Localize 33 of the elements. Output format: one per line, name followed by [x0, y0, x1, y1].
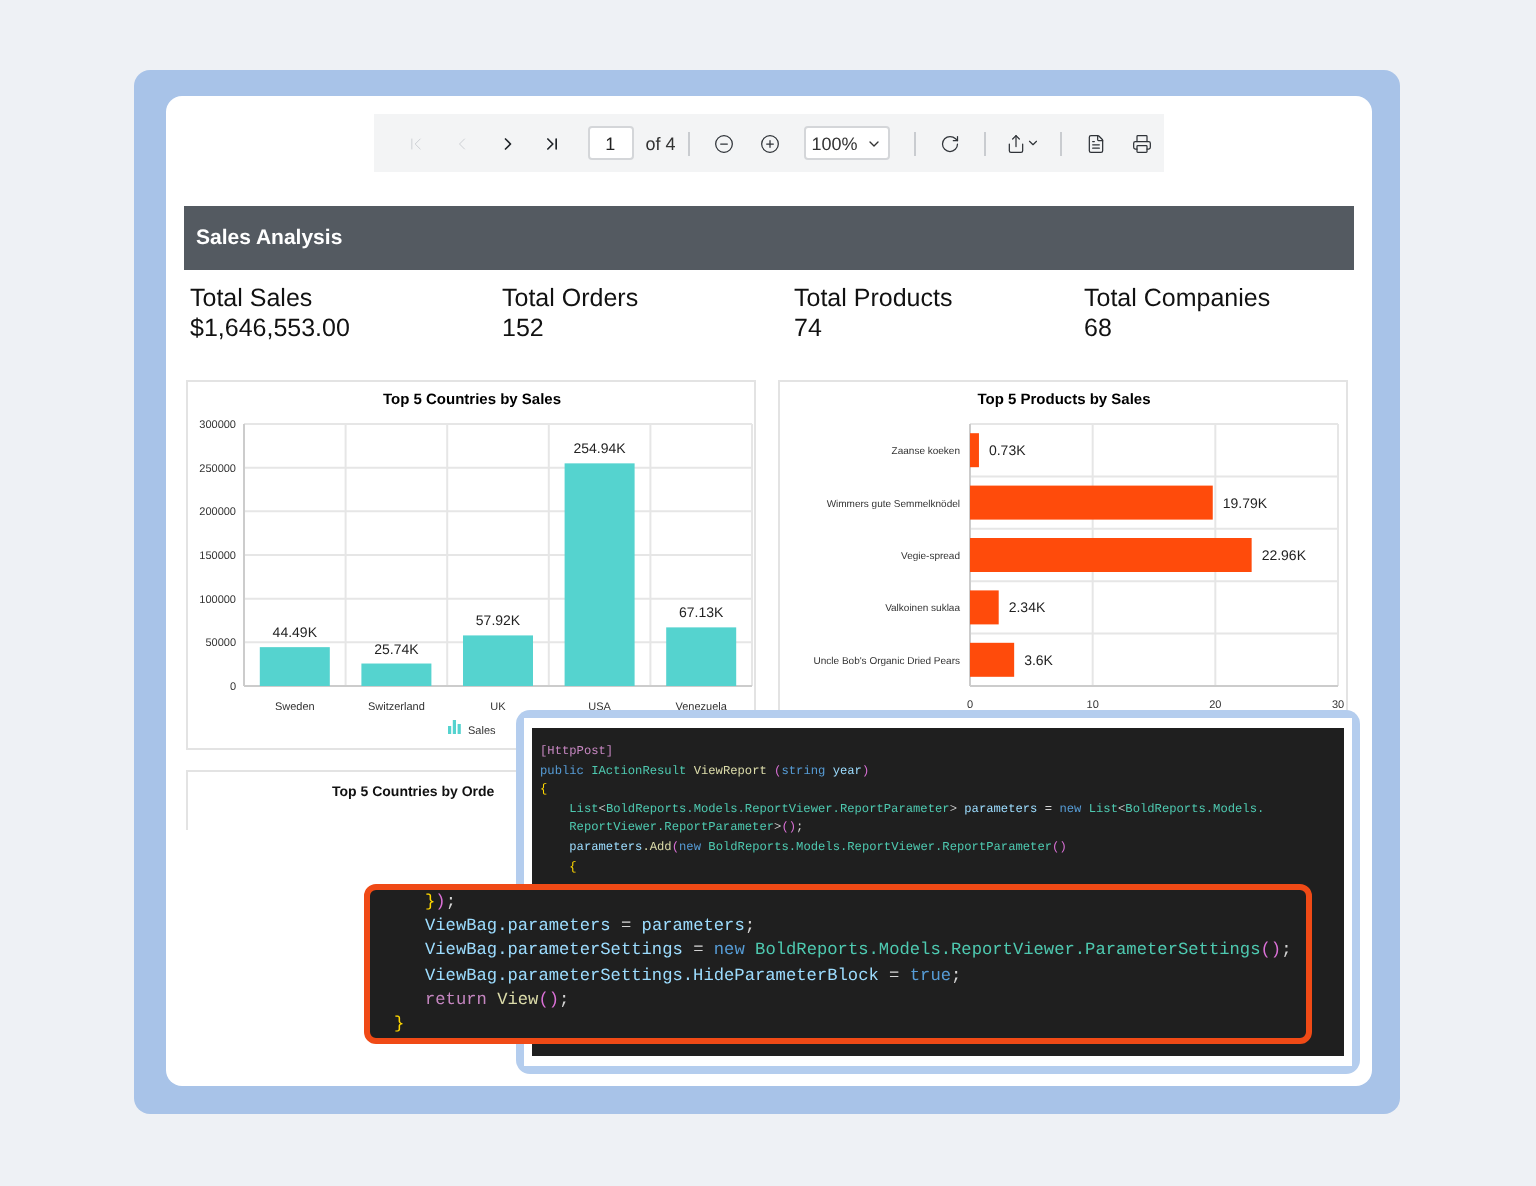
caret-icon — [1025, 136, 1040, 150]
kpi-value: $1,646,553.00 — [190, 314, 352, 344]
page-count: of 4 — [645, 133, 676, 153]
code-line: }); — [422, 890, 458, 915]
minus-circle-icon — [713, 133, 734, 153]
page-field[interactable]: 1 — [587, 126, 634, 160]
bar — [970, 433, 979, 468]
kpi-label: Total Sales — [190, 284, 315, 314]
bar — [666, 627, 737, 686]
printer-icon — [1131, 133, 1152, 153]
kpi-label: Total Products — [794, 284, 955, 314]
document-icon — [1085, 133, 1106, 153]
code-line: ViewBag.parameters = parameters; — [422, 914, 758, 939]
kpi-label: Total Orders — [502, 284, 641, 314]
code-line: } — [394, 1012, 407, 1037]
export-icon — [1005, 133, 1026, 153]
bar — [970, 590, 999, 625]
zoom-dropdown[interactable]: 100% — [803, 126, 890, 160]
kpi-label: Total Companies — [1084, 284, 1273, 314]
kpi-value: 68 — [1084, 314, 1114, 344]
bar — [361, 663, 432, 686]
code-line: return View(); — [422, 987, 572, 1013]
bar — [463, 635, 533, 686]
code-line: ViewBag.parameterSettings = new BoldReports.Models.ReportViewer.ParameterSettings(); — [422, 938, 1290, 964]
kpi-value: 152 — [502, 314, 546, 344]
bar — [970, 642, 1015, 677]
bar — [259, 647, 330, 686]
kpi-value: 74 — [794, 314, 824, 344]
refresh-icon — [939, 133, 960, 153]
report-title: Sales Analysis — [196, 226, 343, 250]
legend-icon — [448, 720, 461, 734]
plus-circle-icon — [759, 133, 780, 153]
code-line: ViewBag.parameterSettings.HideParameterBlock = true; — [422, 963, 964, 988]
